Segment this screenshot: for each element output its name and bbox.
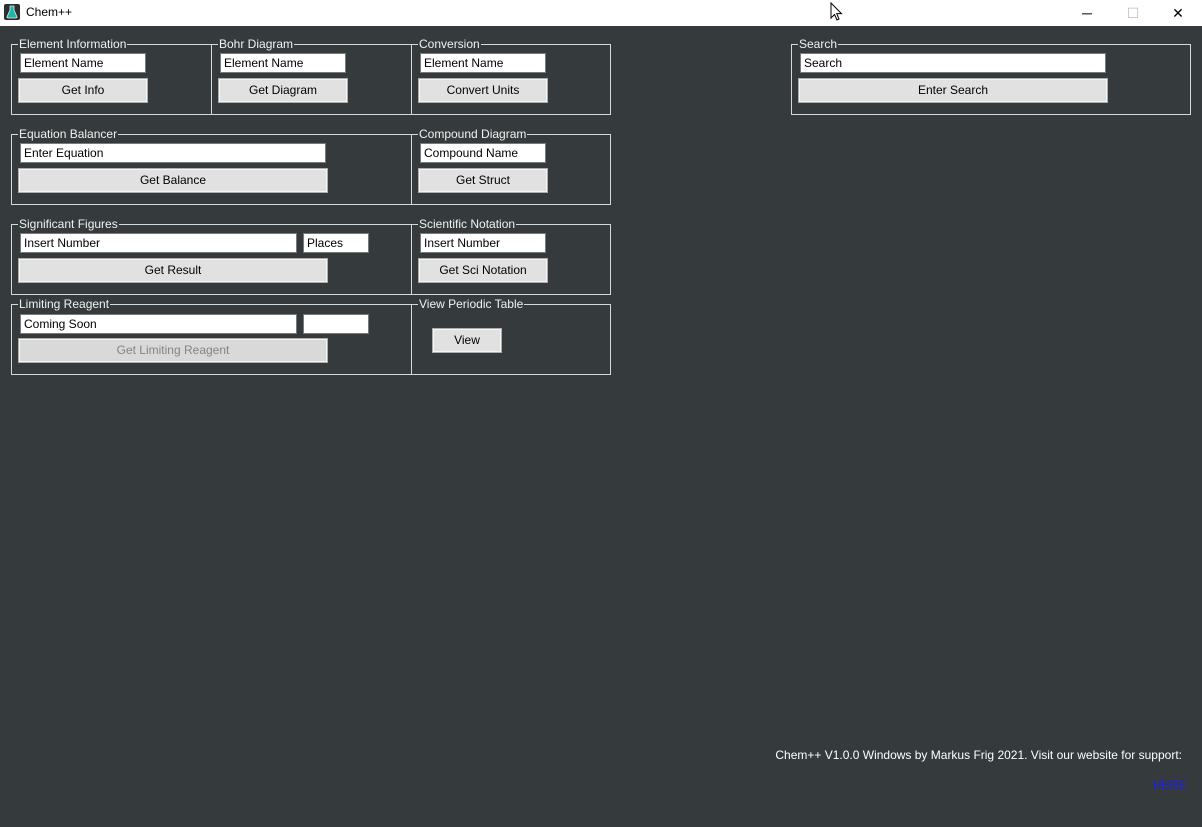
limiting-reagent-input[interactable]: Coming Soon xyxy=(20,314,297,334)
get-struct-button[interactable]: Get Struct xyxy=(418,168,548,193)
bohr-diagram-group: Bohr Diagram Element Name Get Diagram xyxy=(211,37,412,115)
compound-name-input[interactable]: Compound Name xyxy=(420,143,546,163)
scinot-number-input[interactable]: Insert Number xyxy=(420,233,546,253)
scientific-notation-legend: Scientific Notation xyxy=(418,217,517,231)
mouse-pointer-icon xyxy=(830,2,843,21)
conversion-group: Conversion Element Name Convert Units xyxy=(411,37,611,115)
periodic-table-legend: View Periodic Table xyxy=(418,297,525,311)
enter-search-button[interactable]: Enter Search xyxy=(798,78,1108,103)
compound-diagram-legend: Compound Diagram xyxy=(418,127,528,141)
equation-input[interactable]: Enter Equation xyxy=(20,143,326,163)
significant-figures-legend: Significant Figures xyxy=(18,217,119,231)
limiting-reagent-legend: Limiting Reagent xyxy=(18,297,111,311)
significant-figures-group: Significant Figures Insert Number Places… xyxy=(11,217,412,295)
search-group: Search Search Enter Search xyxy=(791,37,1191,115)
sigfig-places-input[interactable]: Places xyxy=(303,233,369,253)
element-info-input[interactable]: Element Name xyxy=(20,53,146,73)
periodic-table-group: View Periodic Table View xyxy=(411,297,611,375)
get-balance-button[interactable]: Get Balance xyxy=(18,168,328,193)
element-info-legend: Element Information xyxy=(18,37,128,51)
get-info-button[interactable]: Get Info xyxy=(18,78,148,103)
element-info-group: Element Information Element Name Get Inf… xyxy=(11,37,212,115)
flask-icon xyxy=(4,4,20,20)
limiting-reagent-group: Limiting Reagent Coming Soon Get Limitin… xyxy=(11,297,412,375)
sigfig-number-input[interactable]: Insert Number xyxy=(20,233,297,253)
maximize-button[interactable]: ☐ xyxy=(1110,0,1156,26)
minimize-button[interactable]: ─ xyxy=(1064,0,1110,26)
get-limiting-reagent-button[interactable]: Get Limiting Reagent xyxy=(18,338,328,363)
close-button[interactable]: ✕ xyxy=(1155,0,1201,26)
search-input[interactable]: Search xyxy=(800,53,1106,73)
compound-diagram-group: Compound Diagram Compound Name Get Struc… xyxy=(411,127,611,205)
conversion-legend: Conversion xyxy=(418,37,481,51)
convert-units-button[interactable]: Convert Units xyxy=(418,78,548,103)
get-diagram-button[interactable]: Get Diagram xyxy=(218,78,348,103)
get-result-button[interactable]: Get Result xyxy=(18,258,328,283)
footer-support-text: Chem++ V1.0.0 Windows by Markus Frig 202… xyxy=(775,748,1182,762)
bohr-element-input[interactable]: Element Name xyxy=(220,53,346,73)
window-title: Chem++ xyxy=(26,5,73,19)
search-legend: Search xyxy=(798,37,839,51)
scientific-notation-group: Scientific Notation Insert Number Get Sc… xyxy=(411,217,611,295)
title-bar[interactable]: Chem++ ─ ☐ ✕ xyxy=(0,0,1202,26)
conversion-element-input[interactable]: Element Name xyxy=(420,53,546,73)
get-sci-notation-button[interactable]: Get Sci Notation xyxy=(418,258,548,283)
view-periodic-table-button[interactable]: View xyxy=(432,328,502,353)
equation-balancer-group: Equation Balancer Enter Equation Get Bal… xyxy=(11,127,412,205)
bohr-diagram-legend: Bohr Diagram xyxy=(218,37,295,51)
limiting-reagent-second-input[interactable] xyxy=(303,314,369,334)
support-link[interactable]: HERE xyxy=(1153,778,1186,792)
equation-balancer-legend: Equation Balancer xyxy=(18,127,119,141)
